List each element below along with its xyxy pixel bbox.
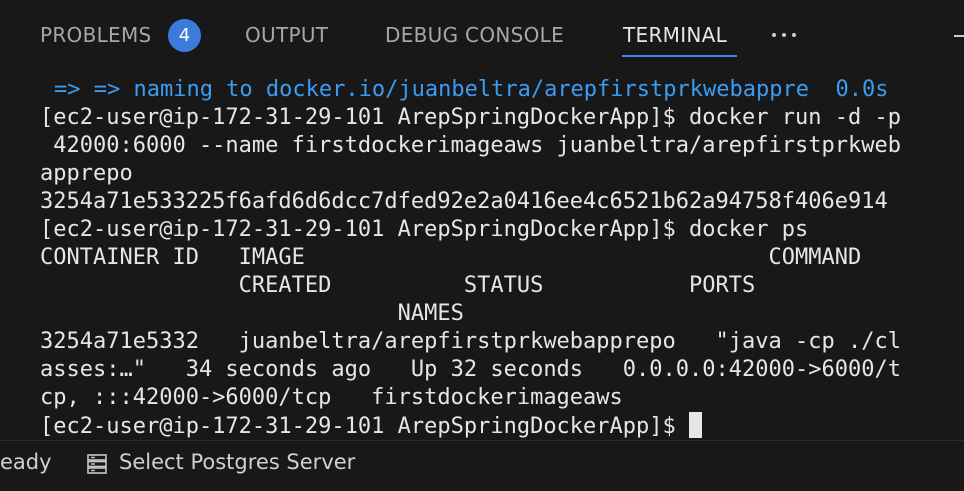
tab-output[interactable]: OUTPUT	[245, 20, 328, 50]
terminal-line: CREATED STATUS PORTS	[40, 273, 756, 298]
status-ready-text: eady	[0, 450, 52, 474]
tab-problems[interactable]: PROBLEMS	[40, 20, 152, 50]
tab-terminal[interactable]: TERMINAL	[623, 20, 727, 50]
terminal-prompt: [ec2-user@ip-172-31-29-101 ArepSpringDoc…	[40, 414, 690, 439]
tab-debug-console[interactable]: DEBUG CONSOLE	[385, 20, 564, 50]
terminal-line: 3254a71e5332 juanbeltra/arepfirstprkweba…	[40, 329, 901, 354]
more-actions-icon[interactable]	[770, 30, 798, 40]
database-server-icon	[87, 454, 107, 474]
terminal-prompt-line: [ec2-user@ip-172-31-29-101 ArepSpringDoc…	[40, 412, 703, 440]
status-server-label: Select Postgres Server	[119, 450, 356, 474]
terminal-output[interactable]: => => naming to docker.io/juanbeltra/are…	[0, 68, 964, 440]
terminal-line: CONTAINER ID IMAGE COMMAND	[40, 245, 862, 270]
terminal-line: NAMES	[40, 301, 464, 326]
terminal-line: 42000:6000 --name firstdockerimageaws ju…	[40, 133, 901, 158]
terminal-line: [ec2-user@ip-172-31-29-101 ArepSpringDoc…	[40, 217, 809, 242]
problems-count-badge: 4	[168, 19, 201, 52]
active-tab-indicator	[622, 55, 737, 57]
panel-tab-bar: PROBLEMS 4 OUTPUT DEBUG CONSOLE TERMINAL	[0, 0, 964, 68]
terminal-cursor	[689, 412, 703, 438]
terminal-line: asses:…" 34 seconds ago Up 32 seconds 0.…	[40, 357, 901, 382]
terminal-line: cp, :::42000->6000/tcp firstdockerimagea…	[40, 385, 623, 410]
terminal-line: => => naming to docker.io/juanbeltra/are…	[54, 77, 889, 102]
terminal-line: [ec2-user@ip-172-31-29-101 ArepSpringDoc…	[40, 105, 901, 130]
status-bar: eady Select Postgres Server	[0, 440, 964, 491]
panel-edge-icon	[954, 35, 964, 37]
terminal-line: apprepo	[40, 161, 133, 186]
terminal-line: 3254a71e533225f6afd6d6dcc7dfed92e2a0416e…	[40, 189, 888, 214]
